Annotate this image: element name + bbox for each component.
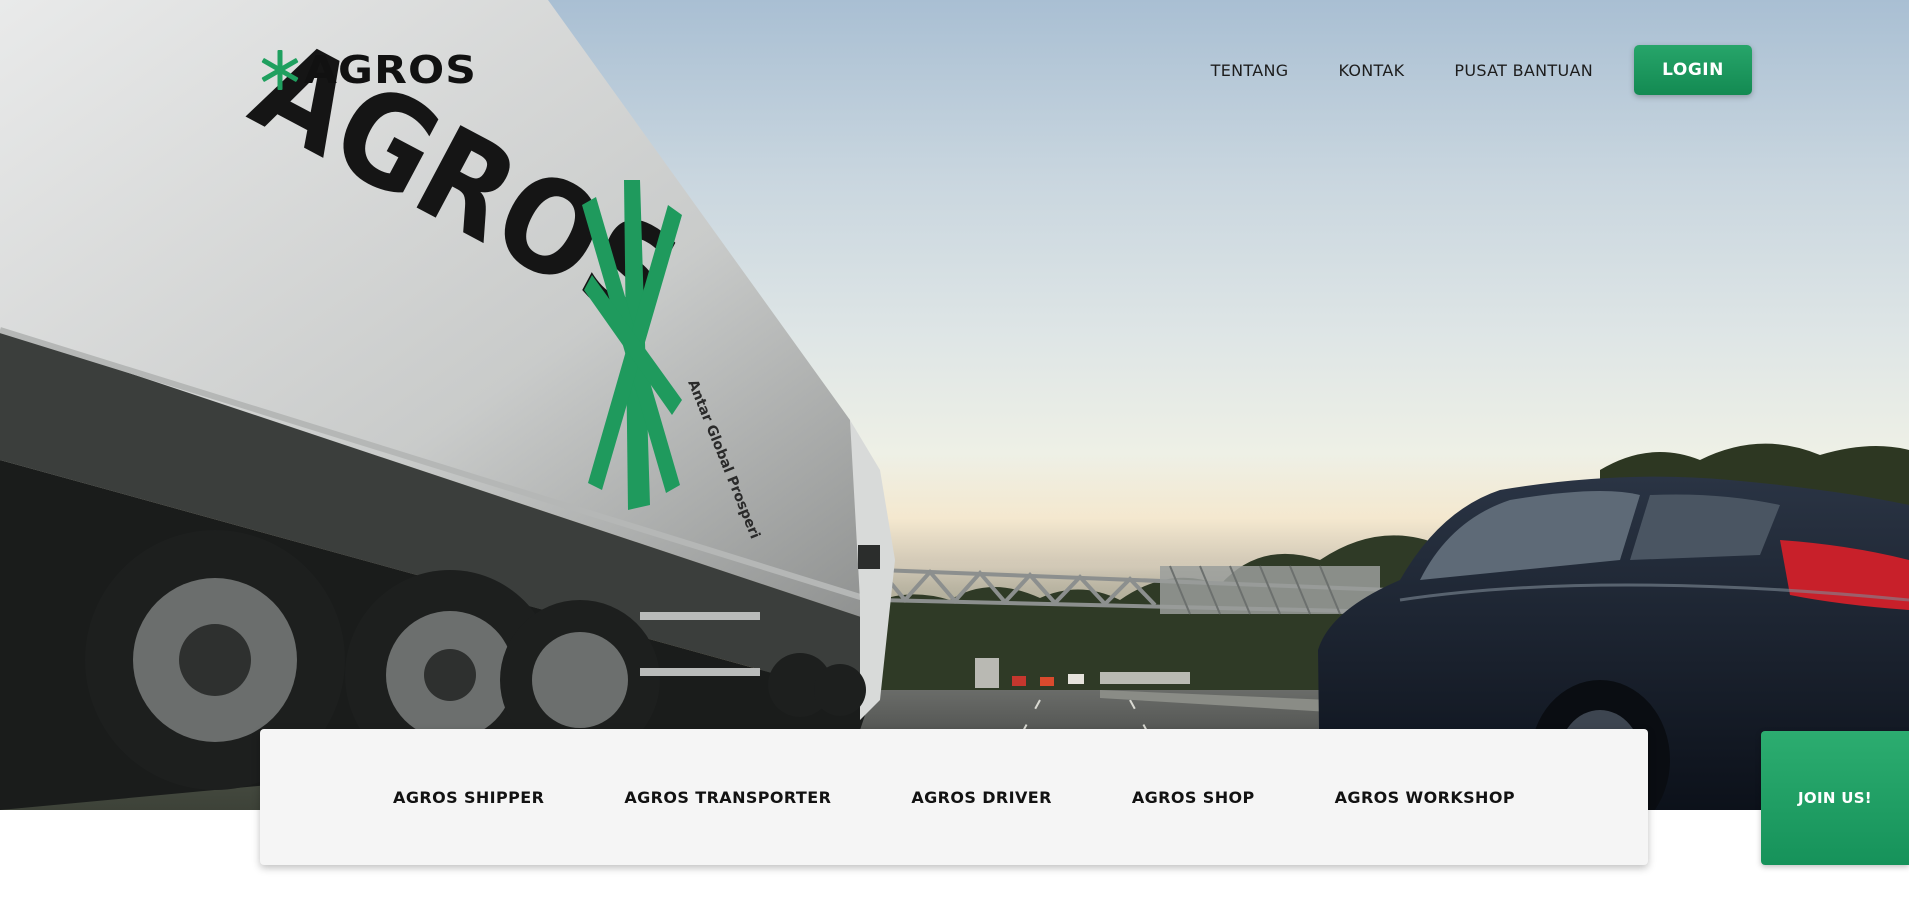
brand-name: AGROS: [304, 48, 478, 92]
hero-image: AGROS Antar Global Prosperi: [0, 0, 1909, 810]
join-us-button[interactable]: JOIN US!: [1761, 731, 1909, 865]
product-shop[interactable]: AGROS SHOP: [1132, 788, 1255, 807]
nav-pusat-bantuan[interactable]: PUSAT BANTUAN: [1454, 61, 1593, 80]
product-bar: AGROS SHIPPER AGROS TRANSPORTER AGROS DR…: [260, 729, 1648, 865]
asterisk-logo-icon: [261, 50, 299, 90]
product-driver[interactable]: AGROS DRIVER: [911, 788, 1052, 807]
nav-tentang[interactable]: TENTANG: [1211, 61, 1289, 80]
main-nav: TENTANG KONTAK PUSAT BANTUAN LOGIN: [1211, 45, 1752, 95]
product-shipper[interactable]: AGROS SHIPPER: [393, 788, 544, 807]
product-workshop[interactable]: AGROS WORKSHOP: [1335, 788, 1515, 807]
login-button[interactable]: LOGIN: [1634, 45, 1752, 95]
product-transporter[interactable]: AGROS TRANSPORTER: [624, 788, 831, 807]
nav-kontak[interactable]: KONTAK: [1338, 61, 1404, 80]
hero-banner: AGROS Antar Global Prosperi: [0, 0, 1909, 810]
brand-logo[interactable]: AGROS: [258, 46, 476, 94]
